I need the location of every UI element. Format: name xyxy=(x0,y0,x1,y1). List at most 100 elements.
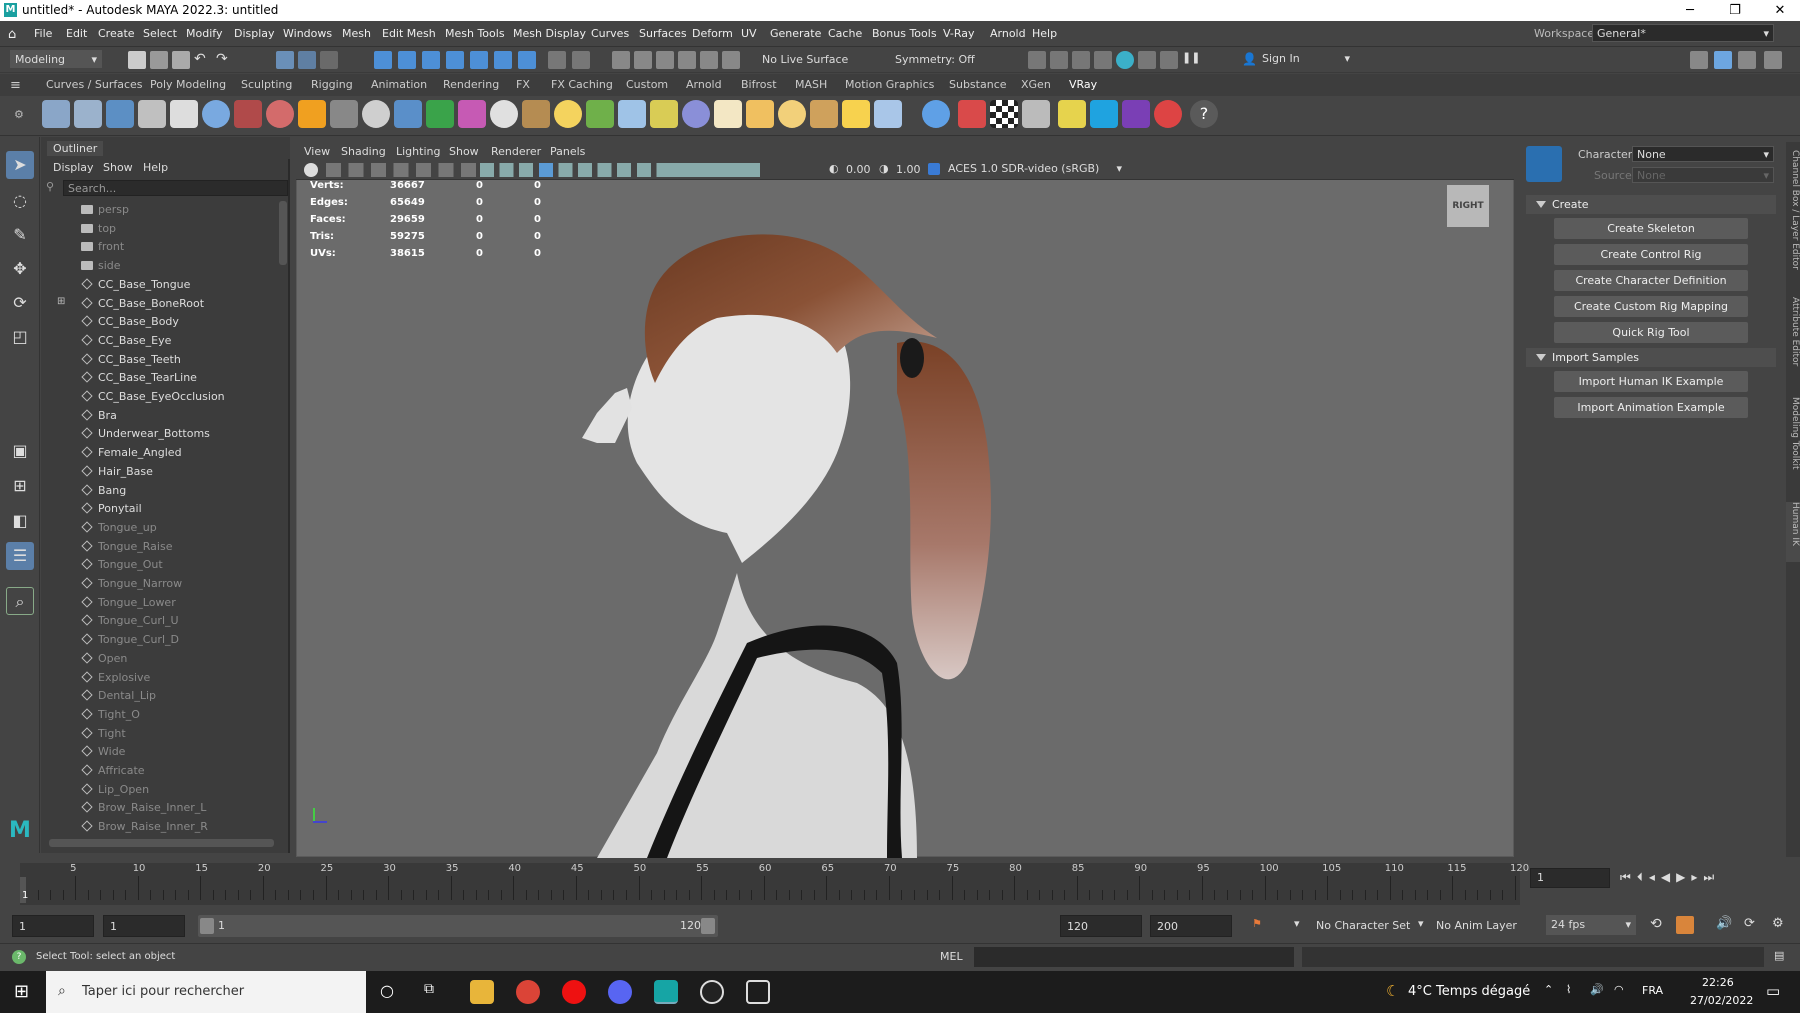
close-button[interactable]: ✕ xyxy=(1760,0,1800,21)
vray-scatter-icon[interactable] xyxy=(426,100,454,128)
viewport-menu-view[interactable]: View xyxy=(304,145,330,158)
color-management-icon[interactable] xyxy=(928,163,940,175)
menu-windows[interactable]: Windows xyxy=(283,27,332,40)
vray-material-library-icon[interactable] xyxy=(1154,100,1182,128)
taskbar-search[interactable]: ⌕ Taper ici pour rechercher xyxy=(46,971,366,1013)
viewport-menu-panels[interactable]: Panels xyxy=(550,145,585,158)
vray-sphere-icon[interactable] xyxy=(362,100,390,128)
script-editor-icon[interactable]: ▤ xyxy=(1774,949,1784,962)
snap-center-icon[interactable] xyxy=(518,51,536,69)
side-tab-modeling-toolkit[interactable]: Modeling Toolkit xyxy=(1786,397,1800,482)
outliner-item[interactable]: Tongue_Curl_U xyxy=(41,612,276,630)
scale-tool-icon[interactable]: ◰ xyxy=(6,323,34,351)
menu-select[interactable]: Select xyxy=(143,27,177,40)
menu-display[interactable]: Display xyxy=(234,27,275,40)
windows-start-icon[interactable]: ⊞ xyxy=(14,981,29,1002)
outliner-item[interactable]: side xyxy=(41,257,276,275)
outliner-item[interactable]: front xyxy=(41,238,276,256)
step-back-icon[interactable]: ⏴ xyxy=(1637,870,1649,884)
shelf-tab-motion-graphics[interactable]: Motion Graphics xyxy=(845,78,934,91)
expand-icon[interactable]: ⊞ xyxy=(57,296,65,307)
symmetry-dropdown[interactable]: Symmetry: Off xyxy=(895,53,975,66)
current-frame-field[interactable]: 1 xyxy=(1530,868,1610,888)
new-scene-icon[interactable] xyxy=(128,51,146,69)
shelf-menu-icon[interactable]: ≡ xyxy=(10,78,21,93)
create-control-rig-button[interactable]: Create Control Rig xyxy=(1554,244,1748,265)
viewport-menu-lighting[interactable]: Lighting xyxy=(396,145,440,158)
snap-plane-icon[interactable] xyxy=(446,51,464,69)
input-language[interactable]: FRA xyxy=(1642,984,1663,997)
lasso-icon[interactable] xyxy=(700,51,718,69)
vray-light-lister-icon[interactable] xyxy=(138,100,166,128)
import-samples-section-header[interactable]: Import Samples xyxy=(1526,348,1776,367)
anim-layer-dropdown[interactable]: No Anim Layer xyxy=(1436,919,1517,932)
hypershade-icon[interactable] xyxy=(1116,51,1134,69)
snap-surface-icon[interactable] xyxy=(470,51,488,69)
playback-end-field[interactable]: 120 xyxy=(1060,915,1142,937)
toggle-channel-box-icon[interactable] xyxy=(1764,51,1782,69)
outliner-item[interactable]: top xyxy=(41,220,276,238)
rotate-tool-icon[interactable]: ⟳ xyxy=(6,289,34,317)
move-tool-icon[interactable]: ✥ xyxy=(6,255,34,283)
animation-end-field[interactable]: 200 xyxy=(1150,915,1232,937)
weather-text[interactable]: 4°C Temps dégagé xyxy=(1408,984,1530,999)
maya-taskbar-icon[interactable] xyxy=(654,980,678,1004)
3d-viewer-icon[interactable] xyxy=(746,980,770,1004)
outliner-item[interactable]: Wide xyxy=(41,743,276,761)
toggle-modeling-toolkit-icon[interactable] xyxy=(1690,51,1708,69)
outliner-item[interactable]: CC_Base_TearLine xyxy=(41,369,276,387)
tray-chevron-icon[interactable]: ⌃ xyxy=(1544,983,1553,996)
command-line-input[interactable] xyxy=(974,947,1294,967)
vray-render-settings-icon[interactable] xyxy=(42,100,70,128)
vray-clipper-icon[interactable] xyxy=(458,100,486,128)
auto-key-icon[interactable]: ⚑ xyxy=(1252,917,1262,930)
vray-physical-camera-icon[interactable] xyxy=(922,100,950,128)
viewport-menu-shading[interactable]: Shading xyxy=(341,145,386,158)
time-slider[interactable]: 5 10 15 20 25 30 35 40 45 50 55 60 65 70 75 80 85 90 95 100… xyxy=(20,863,1529,905)
vray-dome-light-icon[interactable] xyxy=(490,100,518,128)
cache-toggle-icon[interactable] xyxy=(1676,916,1694,934)
script-language-toggle[interactable]: MEL xyxy=(940,950,963,963)
preferences-anim-icon[interactable]: ⟳ xyxy=(1744,916,1755,931)
redo-icon[interactable]: ↷ xyxy=(216,51,234,69)
range-end-handle[interactable] xyxy=(701,918,715,934)
character-set-dropdown[interactable]: No Character Set xyxy=(1316,919,1410,932)
vray-blend-mtl-icon[interactable] xyxy=(234,100,262,128)
outliner-item[interactable]: Tight xyxy=(41,725,276,743)
menu-file[interactable]: File xyxy=(34,27,52,40)
reflection-icon[interactable] xyxy=(656,51,674,69)
quick-rig-tool-button[interactable]: Quick Rig Tool xyxy=(1554,322,1748,343)
create-section-header[interactable]: Create xyxy=(1526,195,1776,214)
home-icon[interactable]: ⌂ xyxy=(8,27,16,42)
outliner-item[interactable]: CC_Base_Tongue xyxy=(41,276,276,294)
vray-texture-icon[interactable] xyxy=(522,100,550,128)
vray-rect-light-icon[interactable] xyxy=(714,100,742,128)
shading-toggles-icon[interactable] xyxy=(480,163,760,177)
shelf-tab-custom[interactable]: Custom xyxy=(626,78,668,91)
outliner-search-input[interactable]: Search... xyxy=(63,180,288,196)
workspace-dropdown[interactable]: General* ▾ xyxy=(1592,24,1774,42)
clock-date[interactable]: 27/02/2022 xyxy=(1690,994,1753,1007)
range-slider[interactable]: 1 120 xyxy=(198,915,718,937)
file-explorer-icon[interactable] xyxy=(470,980,494,1004)
select-object-icon[interactable] xyxy=(298,51,316,69)
vray-fur-icon[interactable] xyxy=(298,100,326,128)
filter-icon[interactable]: ⚲ xyxy=(46,180,54,193)
viewport-menu-renderer[interactable]: Renderer xyxy=(491,145,541,158)
outliner-item[interactable]: Tongue_up xyxy=(41,519,276,537)
shelf-tab-mash[interactable]: MASH xyxy=(795,78,827,91)
menu-generate[interactable]: Generate xyxy=(770,27,821,40)
render-settings-icon[interactable] xyxy=(1094,51,1112,69)
outliner-item[interactable]: Open xyxy=(41,650,276,668)
side-tab-human-ik[interactable]: Human IK xyxy=(1786,502,1800,562)
play-backwards-icon[interactable]: ◀ xyxy=(1661,870,1676,884)
menu-vray[interactable]: V-Ray xyxy=(943,27,975,40)
shelf-tab-rigging[interactable]: Rigging xyxy=(311,78,353,91)
shelf-tab-fx[interactable]: FX xyxy=(516,78,530,91)
menu-edit[interactable]: Edit xyxy=(66,27,87,40)
menu-create[interactable]: Create xyxy=(98,27,135,40)
outliner-item[interactable]: Bra xyxy=(41,407,276,425)
outliner-item[interactable]: Explosive xyxy=(41,669,276,687)
sign-in-dropdown[interactable]: Sign In ▾ xyxy=(1258,50,1354,68)
shelf-tab-poly-modeling[interactable]: Poly Modeling xyxy=(150,78,226,91)
